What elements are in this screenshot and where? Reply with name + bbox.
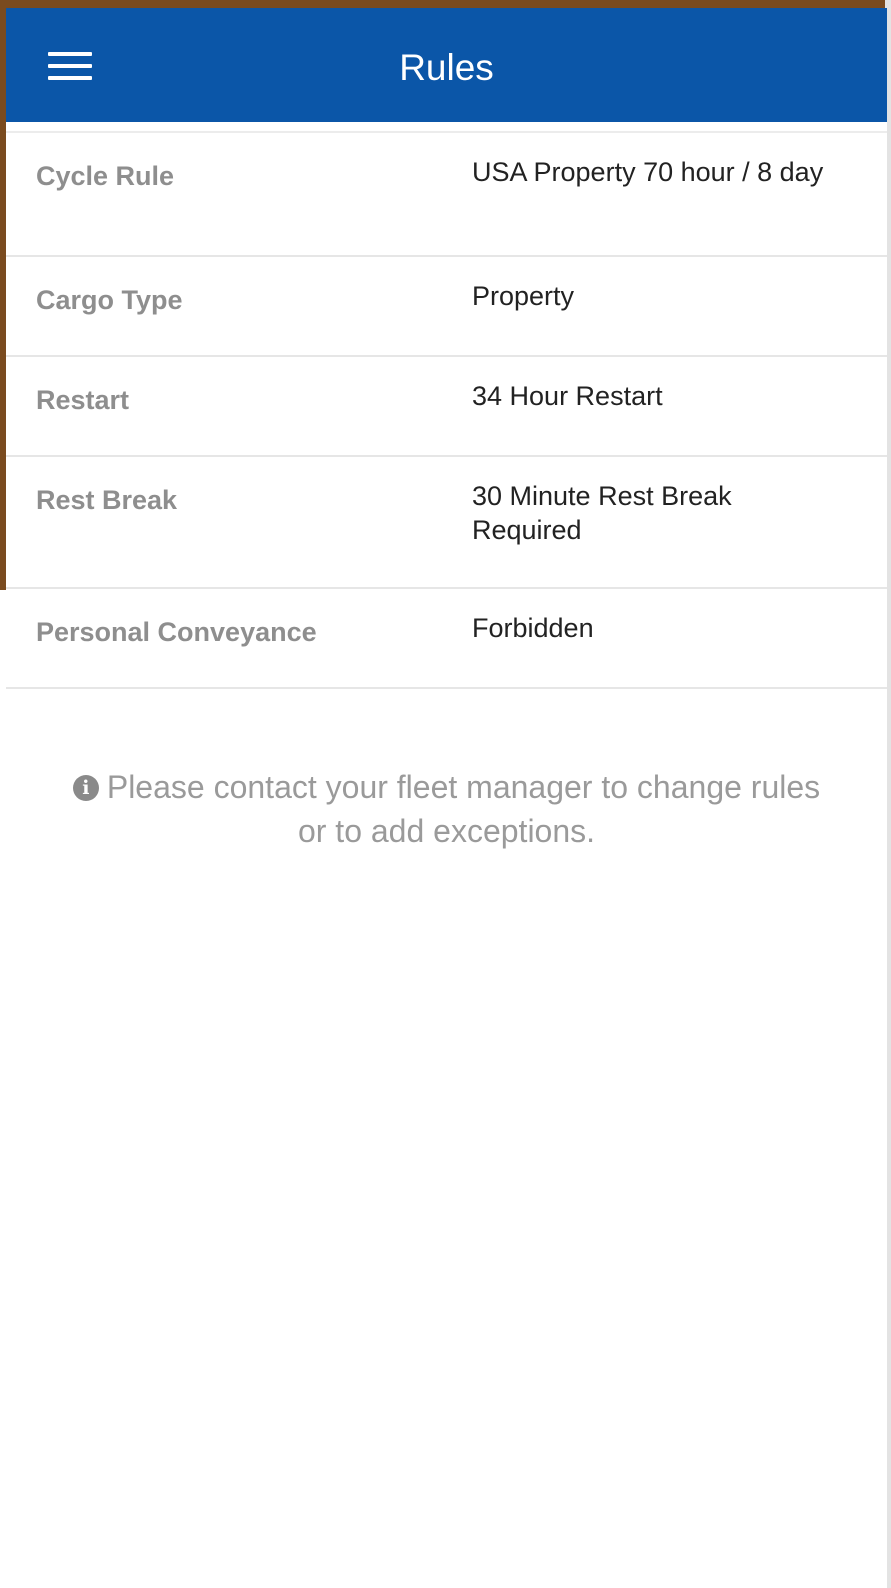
rule-label: Rest Break [36, 485, 178, 515]
rule-value: 30 Minute Rest Break Required [472, 481, 732, 545]
rule-label: Cargo Type [36, 285, 183, 315]
rule-value: Forbidden [472, 613, 594, 643]
rule-row-cargo-type: Cargo Type Property [6, 257, 887, 357]
rule-label: Restart [36, 385, 130, 415]
rule-value: 34 Hour Restart [472, 381, 663, 411]
rule-label: Personal Conveyance [36, 617, 317, 647]
rule-row-restart: Restart 34 Hour Restart [6, 357, 887, 457]
rules-screen: Rules Cycle Rule USA Property 70 hour / … [6, 8, 887, 1588]
contact-notice: i Please contact your fleet manager to ch… [66, 765, 827, 853]
rules-list: Cycle Rule USA Property 70 hour / 8 day … [6, 131, 887, 689]
rule-value: USA Property 70 hour / 8 day [472, 157, 824, 187]
info-icon: i [72, 775, 99, 801]
rule-row-cycle-rule: Cycle Rule USA Property 70 hour / 8 day [6, 133, 887, 257]
rule-row-personal-conveyance: Personal Conveyance Forbidden [6, 589, 887, 689]
rule-value: Property [472, 281, 575, 311]
rule-label: Cycle Rule [36, 161, 175, 191]
notice-text: Please contact your fleet manager to cha… [106, 769, 821, 849]
rule-row-rest-break: Rest Break 30 Minute Rest Break Required [6, 457, 887, 589]
app-bar: Rules [6, 8, 887, 122]
page-title: Rules [399, 47, 494, 88]
